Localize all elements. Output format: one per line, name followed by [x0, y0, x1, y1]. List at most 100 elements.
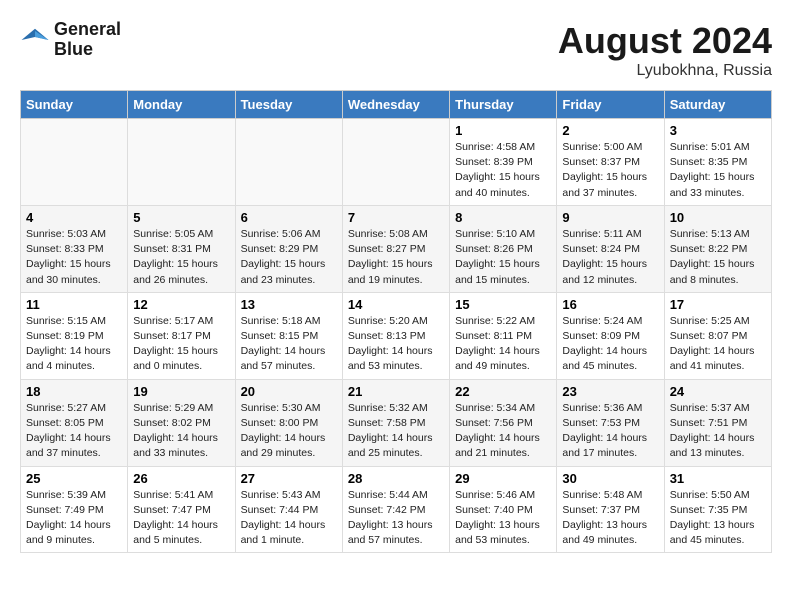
- day-info: Sunrise: 5:13 AMSunset: 8:22 PMDaylight:…: [670, 228, 755, 286]
- week-row-1: 1 Sunrise: 4:58 AMSunset: 8:39 PMDaylight…: [21, 119, 772, 206]
- calendar-cell: 1 Sunrise: 4:58 AMSunset: 8:39 PMDaylight…: [450, 119, 557, 206]
- calendar-cell: 22 Sunrise: 5:34 AMSunset: 7:56 PMDayligh…: [450, 379, 557, 466]
- day-info: Sunrise: 5:15 AMSunset: 8:19 PMDaylight:…: [26, 315, 111, 373]
- day-info: Sunrise: 5:01 AMSunset: 8:35 PMDaylight:…: [670, 141, 755, 199]
- calendar-cell: 5 Sunrise: 5:05 AMSunset: 8:31 PMDaylight…: [128, 205, 235, 292]
- calendar-cell: 8Sunrise: 5:10 AMSunset: 8:26 PMDaylight…: [450, 205, 557, 292]
- day-number: 23: [562, 384, 658, 399]
- day-number: 9: [562, 210, 658, 225]
- month-year: August 2024: [558, 20, 772, 62]
- calendar-cell: [342, 119, 449, 206]
- day-info: Sunrise: 5:50 AMSunset: 7:35 PMDaylight:…: [670, 489, 755, 547]
- day-info: Sunrise: 5:29 AMSunset: 8:02 PMDaylight:…: [133, 402, 218, 460]
- calendar-cell: 3Sunrise: 5:01 AMSunset: 8:35 PMDaylight…: [664, 119, 771, 206]
- calendar-cell: 9 Sunrise: 5:11 AMSunset: 8:24 PMDaylight…: [557, 205, 664, 292]
- day-info: Sunrise: 5:37 AMSunset: 7:51 PMDaylight:…: [670, 402, 755, 460]
- calendar-cell: [235, 119, 342, 206]
- day-number: 18: [26, 384, 122, 399]
- day-number: 8: [455, 210, 551, 225]
- day-number: 5: [133, 210, 229, 225]
- calendar-cell: 15 Sunrise: 5:22 AMSunset: 8:11 PMDayligh…: [450, 292, 557, 379]
- calendar-cell: 13 Sunrise: 5:18 AMSunset: 8:15 PMDayligh…: [235, 292, 342, 379]
- calendar-cell: 23 Sunrise: 5:36 AMSunset: 7:53 PMDayligh…: [557, 379, 664, 466]
- day-info: Sunrise: 5:11 AMSunset: 8:24 PMDaylight:…: [562, 228, 647, 286]
- calendar-cell: 27 Sunrise: 5:43 AMSunset: 7:44 PMDayligh…: [235, 466, 342, 553]
- day-number: 13: [241, 297, 337, 312]
- day-info: Sunrise: 5:44 AMSunset: 7:42 PMDaylight:…: [348, 489, 433, 547]
- day-number: 16: [562, 297, 658, 312]
- calendar-cell: 14Sunrise: 5:20 AMSunset: 8:13 PMDayligh…: [342, 292, 449, 379]
- header: General Blue August 2024 Lyubokhna, Russ…: [20, 20, 772, 80]
- day-info: Sunrise: 5:08 AMSunset: 8:27 PMDaylight:…: [348, 228, 433, 286]
- calendar-cell: 12 Sunrise: 5:17 AMSunset: 8:17 PMDayligh…: [128, 292, 235, 379]
- weekday-header-row: SundayMondayTuesdayWednesdayThursdayFrid…: [21, 91, 772, 119]
- week-row-3: 11 Sunrise: 5:15 AMSunset: 8:19 PMDayligh…: [21, 292, 772, 379]
- calendar-cell: 6Sunrise: 5:06 AMSunset: 8:29 PMDaylight…: [235, 205, 342, 292]
- day-info: Sunrise: 5:27 AMSunset: 8:05 PMDaylight:…: [26, 402, 111, 460]
- day-info: Sunrise: 5:18 AMSunset: 8:15 PMDaylight:…: [241, 315, 326, 373]
- day-number: 26: [133, 471, 229, 486]
- calendar-cell: 18 Sunrise: 5:27 AMSunset: 8:05 PMDayligh…: [21, 379, 128, 466]
- weekday-header-tuesday: Tuesday: [235, 91, 342, 119]
- day-number: 10: [670, 210, 766, 225]
- day-info: Sunrise: 5:25 AMSunset: 8:07 PMDaylight:…: [670, 315, 755, 373]
- weekday-header-sunday: Sunday: [21, 91, 128, 119]
- day-number: 22: [455, 384, 551, 399]
- day-info: Sunrise: 5:24 AMSunset: 8:09 PMDaylight:…: [562, 315, 647, 373]
- weekday-header-wednesday: Wednesday: [342, 91, 449, 119]
- calendar-cell: 28Sunrise: 5:44 AMSunset: 7:42 PMDayligh…: [342, 466, 449, 553]
- day-info: Sunrise: 5:20 AMSunset: 8:13 PMDaylight:…: [348, 315, 433, 373]
- week-row-5: 25Sunrise: 5:39 AMSunset: 7:49 PMDayligh…: [21, 466, 772, 553]
- day-number: 19: [133, 384, 229, 399]
- day-info: Sunrise: 5:48 AMSunset: 7:37 PMDaylight:…: [562, 489, 647, 547]
- calendar-cell: 11 Sunrise: 5:15 AMSunset: 8:19 PMDayligh…: [21, 292, 128, 379]
- weekday-header-monday: Monday: [128, 91, 235, 119]
- calendar-table: SundayMondayTuesdayWednesdayThursdayFrid…: [20, 90, 772, 553]
- day-number: 4: [26, 210, 122, 225]
- calendar-cell: 29Sunrise: 5:46 AMSunset: 7:40 PMDayligh…: [450, 466, 557, 553]
- day-info: Sunrise: 5:36 AMSunset: 7:53 PMDaylight:…: [562, 402, 647, 460]
- calendar-cell: 24 Sunrise: 5:37 AMSunset: 7:51 PMDayligh…: [664, 379, 771, 466]
- day-info: Sunrise: 5:34 AMSunset: 7:56 PMDaylight:…: [455, 402, 540, 460]
- day-number: 7: [348, 210, 444, 225]
- day-number: 15: [455, 297, 551, 312]
- logo: General Blue: [20, 20, 121, 60]
- day-number: 27: [241, 471, 337, 486]
- day-info: Sunrise: 5:05 AMSunset: 8:31 PMDaylight:…: [133, 228, 218, 286]
- day-number: 21: [348, 384, 444, 399]
- calendar-cell: 2Sunrise: 5:00 AMSunset: 8:37 PMDaylight…: [557, 119, 664, 206]
- day-info: Sunrise: 5:17 AMSunset: 8:17 PMDaylight:…: [133, 315, 218, 373]
- calendar-cell: [21, 119, 128, 206]
- day-number: 2: [562, 123, 658, 138]
- calendar-cell: 31 Sunrise: 5:50 AMSunset: 7:35 PMDayligh…: [664, 466, 771, 553]
- week-row-2: 4Sunrise: 5:03 AMSunset: 8:33 PMDaylight…: [21, 205, 772, 292]
- day-info: Sunrise: 5:41 AMSunset: 7:47 PMDaylight:…: [133, 489, 218, 547]
- calendar-cell: 16 Sunrise: 5:24 AMSunset: 8:09 PMDayligh…: [557, 292, 664, 379]
- day-number: 31: [670, 471, 766, 486]
- day-number: 1: [455, 123, 551, 138]
- day-number: 24: [670, 384, 766, 399]
- day-info: Sunrise: 4:58 AMSunset: 8:39 PMDaylight:…: [455, 141, 540, 199]
- title-block: August 2024 Lyubokhna, Russia: [558, 20, 772, 80]
- day-info: Sunrise: 5:43 AMSunset: 7:44 PMDaylight:…: [241, 489, 326, 547]
- day-info: Sunrise: 5:39 AMSunset: 7:49 PMDaylight:…: [26, 489, 111, 547]
- logo-text: General Blue: [54, 20, 121, 60]
- logo-line2: Blue: [54, 40, 121, 60]
- location: Lyubokhna, Russia: [558, 62, 772, 80]
- calendar-cell: 19 Sunrise: 5:29 AMSunset: 8:02 PMDayligh…: [128, 379, 235, 466]
- calendar-cell: 17 Sunrise: 5:25 AMSunset: 8:07 PMDayligh…: [664, 292, 771, 379]
- day-info: Sunrise: 5:22 AMSunset: 8:11 PMDaylight:…: [455, 315, 540, 373]
- calendar-cell: 20Sunrise: 5:30 AMSunset: 8:00 PMDayligh…: [235, 379, 342, 466]
- day-number: 29: [455, 471, 551, 486]
- calendar-cell: 10 Sunrise: 5:13 AMSunset: 8:22 PMDayligh…: [664, 205, 771, 292]
- day-number: 20: [241, 384, 337, 399]
- calendar-cell: 26 Sunrise: 5:41 AMSunset: 7:47 PMDayligh…: [128, 466, 235, 553]
- day-number: 6: [241, 210, 337, 225]
- weekday-header-friday: Friday: [557, 91, 664, 119]
- calendar-cell: 30Sunrise: 5:48 AMSunset: 7:37 PMDayligh…: [557, 466, 664, 553]
- calendar-cell: 4Sunrise: 5:03 AMSunset: 8:33 PMDaylight…: [21, 205, 128, 292]
- day-number: 17: [670, 297, 766, 312]
- weekday-header-thursday: Thursday: [450, 91, 557, 119]
- day-number: 11: [26, 297, 122, 312]
- day-number: 12: [133, 297, 229, 312]
